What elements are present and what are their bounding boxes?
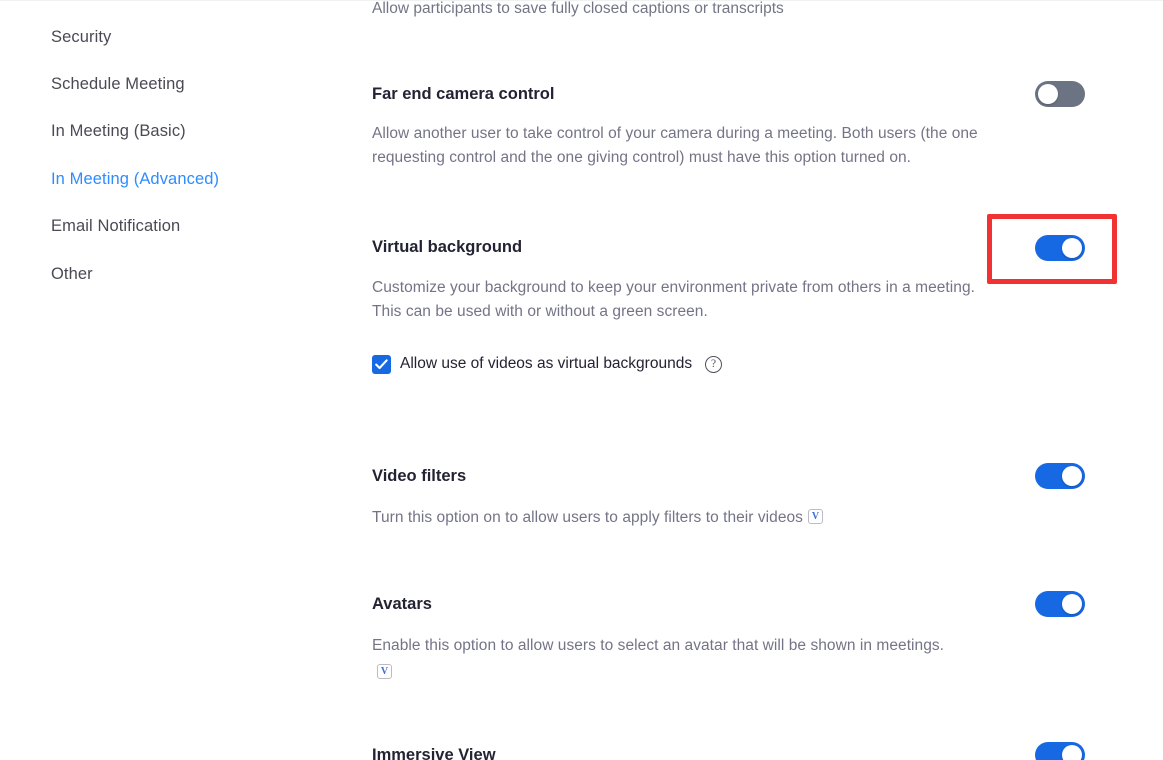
sidebar-item-email-notification[interactable]: Email Notification — [51, 216, 180, 236]
setting-description: Allow another user to take control of yo… — [372, 125, 978, 166]
setting-description: Enable this option to allow users to sel… — [372, 637, 945, 654]
setting-description-wrap: Turn this option on to allow users to ap… — [372, 506, 1072, 530]
video-feature-badge-label: V — [380, 666, 389, 677]
settings-content: Allow participants to save fully closed … — [340, 0, 1163, 760]
setting-title: Avatars — [372, 595, 432, 613]
video-feature-badge-label: V — [811, 511, 820, 522]
far-end-camera-control-toggle[interactable] — [1035, 81, 1085, 107]
settings-page: Security Schedule Meeting In Meeting (Ba… — [0, 0, 1163, 760]
setting-title: Virtual background — [372, 238, 523, 256]
toggle-knob — [1062, 466, 1082, 486]
setting-title: Far end camera control — [372, 85, 555, 103]
checkmark-icon — [375, 358, 388, 369]
sidebar-item-in-meeting-advanced[interactable]: In Meeting (Advanced) — [51, 169, 219, 189]
sidebar-item-schedule-meeting[interactable]: Schedule Meeting — [51, 74, 185, 94]
avatars-toggle[interactable] — [1035, 591, 1085, 617]
setting-title: Video filters — [372, 467, 467, 485]
toggle-knob — [1038, 84, 1058, 104]
toggle-knob — [1062, 594, 1082, 614]
settings-sidebar: Security Schedule Meeting In Meeting (Ba… — [0, 1, 340, 760]
toggle-knob — [1062, 238, 1082, 258]
toggle-knob — [1062, 745, 1082, 760]
video-feature-badge-icon: V — [807, 509, 823, 524]
immersive-view-toggle[interactable] — [1035, 742, 1085, 760]
virtual-background-toggle[interactable] — [1035, 235, 1085, 261]
allow-video-virtual-backgrounds-label: Allow use of videos as virtual backgroun… — [400, 355, 693, 372]
sidebar-item-other[interactable]: Other — [51, 264, 93, 284]
video-feature-badge-icon: V — [377, 664, 392, 679]
setting-title: Immersive View — [372, 746, 496, 760]
sidebar-item-security[interactable]: Security — [51, 27, 111, 47]
setting-description: Customize your background to keep your e… — [372, 279, 975, 320]
truncated-previous-setting-description: Allow participants to save fully closed … — [372, 0, 784, 17]
allow-video-virtual-backgrounds-checkbox[interactable] — [372, 354, 391, 374]
help-icon[interactable]: ? — [705, 355, 723, 373]
allow-video-virtual-backgrounds-row[interactable]: Allow use of videos as virtual backgroun… — [372, 354, 723, 374]
sidebar-item-in-meeting-basic[interactable]: In Meeting (Basic) — [51, 121, 186, 141]
setting-description: Turn this option on to allow users to ap… — [372, 509, 803, 526]
video-filters-toggle[interactable] — [1035, 463, 1085, 489]
